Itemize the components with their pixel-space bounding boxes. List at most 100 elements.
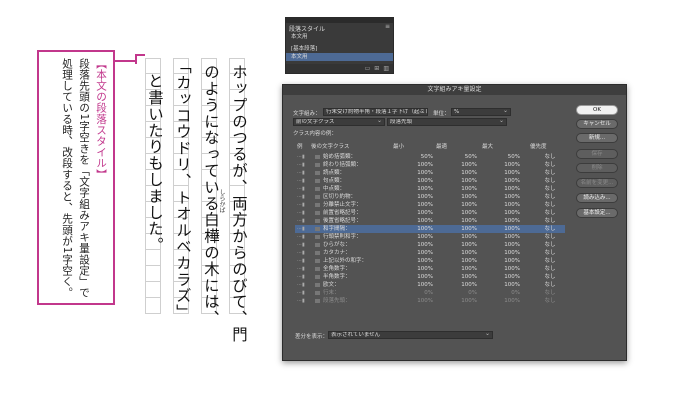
row-min-value: 100%: [417, 298, 433, 304]
mojikumi-dialog: 文字組みアキ量設定 文字組み： 行末受け約物半角・段落１字下げ（起こし全角） 単…: [282, 84, 627, 361]
row-min-value: 100%: [417, 170, 433, 176]
table-row[interactable]: ⋯▮ 行末： 0% 0% 0% なし: [295, 289, 565, 297]
row-priority: なし: [544, 234, 556, 240]
row-max-value: 100%: [504, 250, 520, 256]
ruby-text: しらかば: [218, 189, 225, 213]
new-button[interactable]: 新規...: [576, 133, 618, 143]
style-item-body[interactable]: 本文用: [286, 53, 393, 61]
annotation-connector-tip: [135, 54, 145, 56]
table-row[interactable]: ⋯▮ 後置省略記号： 100% 100% 100% なし: [295, 217, 565, 225]
row-max-value: 100%: [504, 162, 520, 168]
row-color-swatch: [315, 243, 320, 247]
table-row[interactable]: ⋯▮ 半角数字： 100% 100% 100% なし: [295, 273, 565, 281]
table-row[interactable]: ⋯▮ 終わり括弧類： 100% 100% 100% なし: [295, 161, 565, 169]
folder-icon[interactable]: ▭: [365, 65, 371, 72]
row-max-value: 100%: [504, 194, 520, 200]
row-color-swatch: [315, 227, 320, 231]
table-row[interactable]: ⋯▮ 和字間隔： 100% 100% 100% なし: [295, 225, 565, 233]
row-opt-value: 100%: [461, 202, 477, 208]
row-example-icon: ⋯▮: [297, 266, 305, 272]
prev-class-select[interactable]: 前の文字クラス: [293, 118, 385, 126]
paragraph-styles-panel[interactable]: 段落スタイル ≡ 本文用 [基本段落] 本文用 ▭ ⊞ ▥: [285, 17, 394, 74]
row-class-name: 半角数字：: [323, 274, 351, 280]
table-row[interactable]: ⋯▮ 中点類： 100% 100% 100% なし: [295, 185, 565, 193]
trash-icon[interactable]: ▥: [383, 65, 389, 72]
row-min-value: 50%: [420, 154, 433, 160]
row-opt-value: 100%: [461, 266, 477, 272]
row-opt-value: 100%: [461, 194, 477, 200]
unit-select[interactable]: %: [451, 108, 511, 116]
style-item-basic[interactable]: [基本段落]: [286, 45, 393, 53]
table-row[interactable]: ⋯▮ 前置省略記号： 100% 100% 100% なし: [295, 209, 565, 217]
panel-grip[interactable]: [286, 18, 393, 23]
row-min-value: 100%: [417, 162, 433, 168]
row-max-value: 100%: [504, 210, 520, 216]
row-opt-value: 50%: [464, 154, 477, 160]
mojikumi-label: 文字組み：: [293, 111, 321, 117]
next-class-select[interactable]: 段落先頭: [387, 118, 507, 126]
row-example-icon: ⋯▮: [297, 234, 305, 240]
row-class-name: 行頭禁則和字：: [323, 234, 362, 240]
cancel-button[interactable]: キャンセル: [576, 119, 618, 129]
rename-button[interactable]: 名前を変更...: [576, 178, 618, 188]
row-min-value: 100%: [417, 242, 433, 248]
row-opt-value: 100%: [461, 210, 477, 216]
table-row[interactable]: ⋯▮ 欧文： 100% 100% 100% なし: [295, 281, 565, 289]
row-color-swatch: [315, 155, 320, 159]
table-row[interactable]: ⋯▮ 段落先頭： 100% 100% 100% なし: [295, 297, 565, 305]
row-max-value: 100%: [504, 266, 520, 272]
row-opt-value: 100%: [461, 218, 477, 224]
table-row[interactable]: ⋯▮ 句点類： 100% 100% 100% なし: [295, 177, 565, 185]
row-max-value: 100%: [504, 218, 520, 224]
row-class-name: 句点類：: [323, 178, 346, 184]
row-color-swatch: [315, 187, 320, 191]
row-class-name: 行末：: [323, 290, 340, 296]
display-diff-select[interactable]: 表示されていません: [328, 331, 493, 339]
row-color-swatch: [315, 283, 320, 287]
grid-cell: [145, 298, 161, 314]
row-priority: なし: [544, 250, 556, 256]
table-row[interactable]: ⋯▮ 始め括弧類： 50% 50% 50% なし: [295, 153, 565, 161]
row-class-name: 和字間隔：: [323, 226, 351, 232]
row-priority: なし: [544, 178, 556, 184]
table-row[interactable]: ⋯▮ 区切り約物： 100% 100% 100% なし: [295, 193, 565, 201]
table-row[interactable]: ⋯▮ 分離禁止文字： 100% 100% 100% なし: [295, 201, 565, 209]
save-button[interactable]: 保存: [576, 149, 618, 159]
table-row[interactable]: ⋯▮ カタカナ： 100% 100% 100% なし: [295, 249, 565, 257]
table-row[interactable]: ⋯▮ 全角数字： 100% 100% 100% なし: [295, 265, 565, 273]
class-example-label: クラス内容の例：: [293, 131, 337, 137]
row-min-value: 100%: [417, 266, 433, 272]
import-button[interactable]: 読み込み...: [576, 193, 618, 203]
row-max-value: 100%: [504, 186, 520, 192]
row-max-value: 0%: [511, 290, 520, 296]
table-row[interactable]: ⋯▮ 読点類： 100% 100% 100% なし: [295, 169, 565, 177]
table-row[interactable]: ⋯▮ 上記以外の和字： 100% 100% 100% なし: [295, 257, 565, 265]
row-color-swatch: [315, 299, 320, 303]
table-row[interactable]: ⋯▮ 行頭禁則和字： 100% 100% 100% なし: [295, 233, 565, 241]
row-color-swatch: [315, 179, 320, 183]
row-color-swatch: [315, 171, 320, 175]
row-min-value: 100%: [417, 234, 433, 240]
row-class-name: 読点類：: [323, 170, 346, 176]
row-max-value: 100%: [504, 202, 520, 208]
row-class-name: 欧文：: [323, 282, 340, 288]
row-min-value: 100%: [417, 258, 433, 264]
manuscript-line-4: と書いたりもしました。: [146, 73, 164, 254]
panel-menu-icon[interactable]: ≡: [385, 23, 390, 30]
delete-button[interactable]: 削除: [576, 163, 618, 173]
annotation-box: 【本文の段落スタイル】 段落先頭の1字空きを「文字組みアキ量設定」で 処理してい…: [37, 50, 115, 305]
basic-settings-button[interactable]: 基本設定...: [576, 208, 618, 218]
row-min-value: 100%: [417, 250, 433, 256]
panel-tab-paragraph-styles[interactable]: 段落スタイル: [289, 24, 325, 33]
new-style-icon[interactable]: ⊞: [374, 65, 379, 72]
mojikumi-select[interactable]: 行末受け約物半角・段落１字下げ（起こし全角）: [323, 108, 428, 116]
row-opt-value: 100%: [461, 258, 477, 264]
row-opt-value: 100%: [461, 186, 477, 192]
mojikumi-table[interactable]: ⋯▮ 始め括弧類： 50% 50% 50% なし ⋯▮ 終わり括弧類： 100% 100% 100%…: [295, 153, 565, 305]
table-row[interactable]: ⋯▮ ひらがな： 100% 100% 100% なし: [295, 241, 565, 249]
row-min-value: 100%: [417, 210, 433, 216]
ok-button[interactable]: OK: [576, 105, 618, 115]
row-class-name: カタカナ：: [323, 250, 351, 256]
row-example-icon: ⋯▮: [297, 170, 305, 176]
annotation-line-1: 段落先頭の1字空きを「文字組みアキ量設定」で: [78, 58, 90, 299]
